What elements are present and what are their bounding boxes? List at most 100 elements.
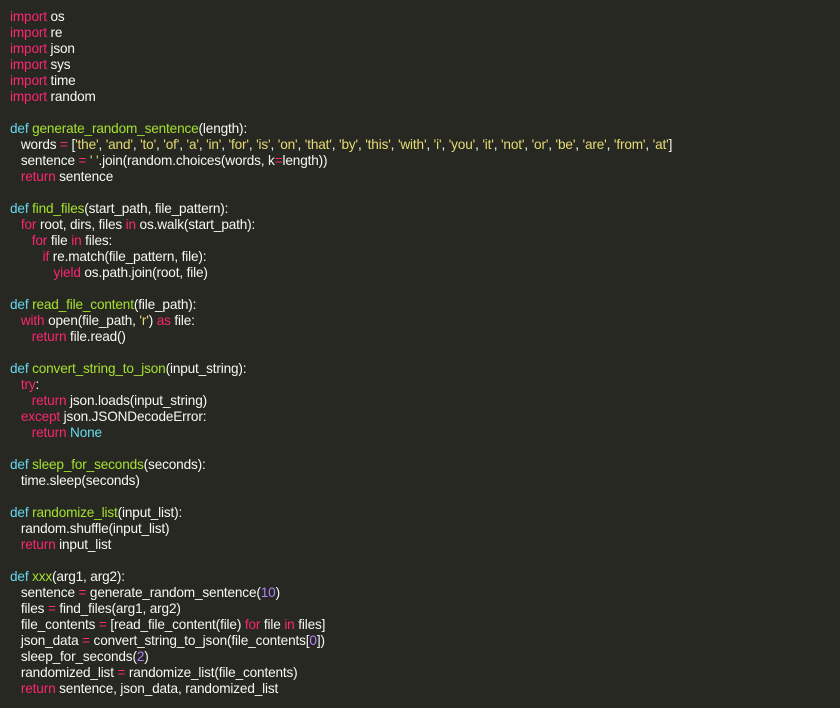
code-token: in	[71, 233, 82, 248]
code-line: import json	[10, 41, 840, 57]
code-token: 'by'	[339, 137, 358, 152]
code-token: 0	[309, 633, 317, 648]
code-token: (file_path):	[133, 297, 197, 312]
code-token: def	[10, 201, 29, 216]
code-token: try	[20, 377, 36, 392]
code-token: for	[20, 217, 37, 232]
code-line: except json.JSONDecodeError:	[10, 409, 840, 425]
code-token: ,	[548, 137, 556, 152]
code-token: 'for'	[228, 137, 249, 152]
code-line: sentence = ' '.join(random.choices(words…	[10, 153, 840, 169]
code-token: ,	[221, 137, 229, 152]
code-line: return input_list	[10, 537, 840, 553]
code-token: [	[67, 137, 76, 152]
code-token: json	[46, 41, 75, 56]
code-token: file_contents	[10, 617, 99, 632]
code-token: for	[31, 233, 48, 248]
code-token: file	[260, 617, 285, 632]
code-token: convert_string_to_json	[32, 361, 166, 376]
code-token: read_file_content	[32, 297, 134, 312]
code-token: 'or'	[531, 137, 549, 152]
code-token: read()	[90, 329, 126, 344]
code-token: 'with'	[397, 137, 427, 152]
code-token: os	[80, 265, 99, 280]
code-line: json_data = convert_string_to_json(file_…	[10, 633, 840, 649]
code-token: sentence	[10, 585, 79, 600]
code-token: json_data	[10, 633, 83, 648]
code-token: random	[10, 521, 67, 536]
code-token: )	[275, 585, 281, 600]
code-token: as	[156, 313, 171, 328]
code-token: =	[47, 601, 56, 616]
code-token: =	[82, 633, 90, 648]
code-token: find_files	[32, 201, 85, 216]
code-token: length))	[282, 153, 328, 168]
code-token: ,	[98, 137, 106, 152]
code-token: 'this'	[365, 137, 391, 152]
code-token: def	[10, 297, 29, 312]
code-token: return	[31, 329, 67, 344]
code-token: 'that'	[304, 137, 332, 152]
code-token: loads(input_string)	[98, 393, 207, 408]
code-token: 'be'	[555, 137, 576, 152]
code-token: yield	[53, 265, 81, 280]
code-token: words	[10, 137, 61, 152]
code-token: open(file_path,	[44, 313, 140, 328]
code-line: file_contents = [read_file_content(file)…	[10, 617, 840, 633]
code-token: randomized_list	[10, 665, 118, 680]
code-token: sentence, json_data, randomized_list	[55, 681, 279, 696]
code-token: 'a'	[186, 137, 199, 152]
code-token: file	[66, 329, 87, 344]
code-token: ]	[668, 137, 673, 152]
code-line: sleep_for_seconds(2)	[10, 649, 840, 665]
code-line: yield os.path.join(root, file)	[10, 265, 840, 281]
code-line: if re.match(file_pattern, file):	[10, 249, 840, 265]
code-token: choices(words, k	[175, 153, 275, 168]
code-line: import os	[10, 9, 840, 25]
code-token: random	[46, 89, 96, 104]
code-token: ,	[297, 137, 305, 152]
code-token: 'are'	[582, 137, 607, 152]
code-token: def	[10, 121, 29, 136]
code-editor[interactable]: import os import re import json import sys i…	[0, 0, 840, 708]
code-token: 'at'	[652, 137, 669, 152]
code-token: import	[10, 57, 47, 72]
code-line: with open(file_path, 'r') as file:	[10, 313, 840, 329]
code-token: sentence	[55, 169, 114, 184]
code-line: return sentence, json_data, randomized_l…	[10, 681, 840, 697]
code-token: ,	[524, 137, 532, 152]
code-token: file	[47, 233, 72, 248]
code-token: re	[46, 25, 63, 40]
code-token: sentence	[10, 153, 79, 168]
code-line: def convert_string_to_json(input_string)…	[10, 361, 840, 377]
code-line: def generate_random_sentence(length):	[10, 121, 840, 137]
code-token: (seconds):	[143, 457, 206, 472]
code-token: JSONDecodeError:	[91, 409, 207, 424]
code-line: import re	[10, 25, 840, 41]
code-token: =	[274, 153, 283, 168]
code-token: None	[70, 425, 102, 440]
code-token: ,	[270, 137, 278, 152]
code-token: path	[102, 265, 128, 280]
code-line: for root, dirs, files in os.walk(start_p…	[10, 217, 840, 233]
code-token: input_list	[55, 537, 112, 552]
code-line: sentence = generate_random_sentence(10)	[10, 585, 840, 601]
code-token: except	[20, 409, 61, 424]
code-token: files:	[81, 233, 113, 248]
code-token: return	[20, 681, 56, 696]
code-line: import time	[10, 73, 840, 89]
code-token: sleep(seconds)	[49, 473, 140, 488]
code-token: return	[31, 425, 67, 440]
code-token: files	[10, 601, 48, 616]
code-token: shuffle(input_list)	[69, 521, 170, 536]
code-token: os	[135, 217, 154, 232]
